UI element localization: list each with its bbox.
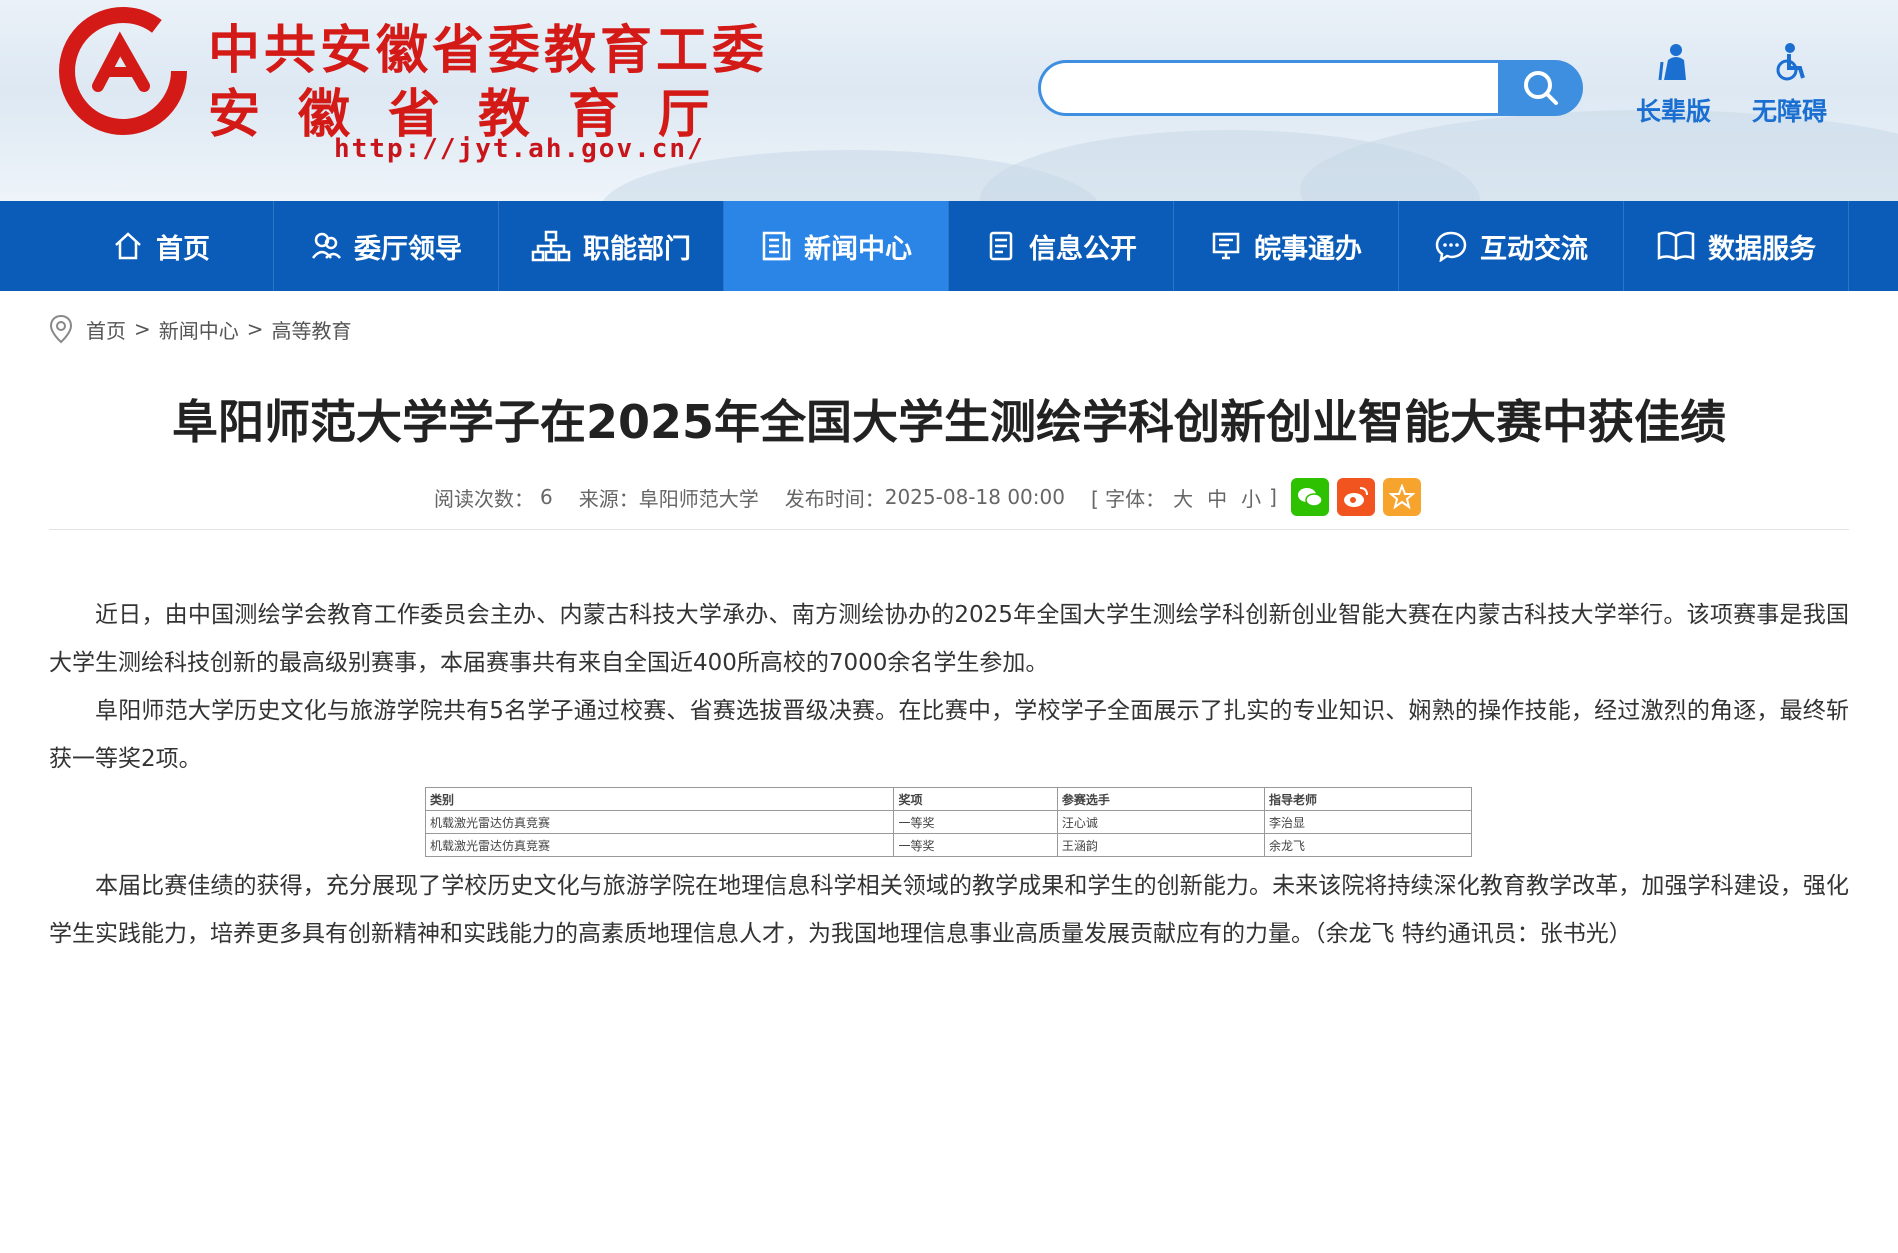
table-cell: 一等奖	[893, 833, 1058, 857]
table-cell: 机载激光雷达仿真竞赛	[424, 833, 895, 857]
logo-url[interactable]: http://jyt.ah.gov.cn/	[334, 134, 705, 164]
home-icon	[115, 232, 141, 260]
breadcrumb: 首页 > 新闻中心 > 高等教育	[48, 314, 360, 344]
divider	[49, 529, 1849, 530]
search-button[interactable]	[1498, 60, 1583, 116]
table-cell: 李治显	[1263, 810, 1473, 834]
site-header: 中共安徽省委教育工委 安徽省教育厅 http://jyt.ah.gov.cn/ …	[0, 0, 1898, 201]
nav-label: 委厅领导	[354, 233, 462, 265]
nav-item-info-disclosure[interactable]: 信息公开	[949, 201, 1174, 291]
weibo-share-button[interactable]	[1336, 478, 1375, 516]
article-paragraph: 本届比赛佳绩的获得，充分展现了学校历史文化与旅游学院在地理信息科学相关领域的教学…	[49, 873, 1849, 947]
nav-item-leaders[interactable]: 委厅领导	[274, 201, 499, 291]
article-title: 阜阳师范大学学子在2025年全国大学生测绘学科创新创业智能大赛中获佳绩	[171, 395, 1727, 449]
elder-icon	[1658, 44, 1686, 81]
font-size-large[interactable]: 大	[1173, 483, 1193, 512]
chat-icon	[1435, 231, 1467, 262]
breadcrumb-separator: >	[134, 317, 151, 341]
nav-item-interaction[interactable]: 互动交流	[1399, 201, 1624, 291]
breadcrumb-separator: >	[246, 317, 264, 341]
awards-table: 类别 奖项 参赛选手 指导老师 机载激光雷达仿真竞赛 一等奖 汪心诚 李治显 机…	[424, 787, 1473, 857]
nav-item-data[interactable]: 数据服务	[1624, 201, 1849, 291]
wechat-icon	[1297, 488, 1323, 507]
location-pin-icon	[49, 314, 73, 344]
nav-item-home[interactable]: 首页	[49, 201, 274, 291]
org-chart-icon	[531, 230, 571, 262]
search-input[interactable]	[1061, 63, 1485, 115]
search-box	[1038, 60, 1498, 116]
breadcrumb-higher-education[interactable]: 高等教育	[272, 315, 352, 344]
table-row: 机载激光雷达仿真竞赛 一等奖 王涵韵 余龙飞	[424, 833, 1473, 857]
table-row: 机载激光雷达仿真竞赛 一等奖 汪心诚 李治显	[424, 810, 1473, 834]
date-label: 发布时间：	[784, 486, 885, 511]
nav-label: 互动交流	[1480, 233, 1588, 265]
news-icon	[762, 231, 791, 261]
elder-mode-label: 长辈版	[1636, 97, 1712, 126]
nav-label: 职能部门	[583, 233, 691, 265]
font-size-label: [ 字体：	[1090, 486, 1166, 511]
table-header: 奖项	[893, 787, 1058, 811]
nav-item-news[interactable]: 新闻中心	[724, 201, 949, 291]
article-paragraph: 阜阳师范大学历史文化与旅游学院共有5名学子通过校赛、省赛选拔晋级决赛。在比赛中，…	[49, 698, 1849, 772]
monitor-icon	[1212, 232, 1240, 260]
search-icon	[1523, 71, 1558, 105]
breadcrumb-news[interactable]: 新闻中心	[159, 315, 239, 344]
nav-label: 数据服务	[1708, 233, 1816, 265]
wheelchair-icon	[1776, 43, 1805, 81]
accessibility-button[interactable]: 无障碍	[1752, 42, 1827, 128]
publish-date: 2025-08-18 00:00	[884, 485, 1065, 509]
breadcrumb-home[interactable]: 首页	[86, 315, 126, 344]
article-paragraph: 近日，由中国测绘学会教育工作委员会主办、内蒙古科技大学承办、南方测绘协办的202…	[49, 602, 1849, 676]
nav-label: 信息公开	[1029, 233, 1137, 265]
article-meta: 阅读次数： 6 来源： 阜阳师范大学 发布时间： 2025-08-18 00:0…	[434, 478, 1421, 516]
main-nav: 首页 委厅领导 职能部门 新闻中心 信息公开 皖事通办 互动交流 数据服务	[0, 201, 1898, 291]
nav-label: 皖事通办	[1254, 233, 1362, 265]
views-count: 6	[540, 485, 553, 509]
star-icon	[1388, 484, 1415, 510]
views-label: 阅读次数：	[434, 486, 534, 511]
font-size-bracket: ]	[1269, 485, 1277, 509]
table-cell: 一等奖	[893, 810, 1058, 834]
accessibility-label: 无障碍	[1752, 97, 1828, 126]
table-header: 参赛选手	[1056, 787, 1265, 811]
source-label: 来源：	[578, 486, 639, 511]
document-icon	[989, 231, 1013, 261]
source-value: 阜阳师范大学	[638, 486, 759, 511]
table-cell: 汪心诚	[1056, 810, 1265, 834]
people-icon	[312, 232, 341, 259]
table-cell: 余龙飞	[1263, 833, 1473, 857]
favorite-button[interactable]	[1382, 478, 1421, 516]
nav-label: 新闻中心	[804, 233, 912, 265]
nav-label: 首页	[156, 233, 210, 265]
logo-icon[interactable]	[58, 6, 188, 136]
font-size-medium[interactable]: 中	[1207, 483, 1227, 512]
table-cell: 机载激光雷达仿真竞赛	[424, 810, 895, 834]
table-header: 指导老师	[1263, 787, 1473, 811]
elder-mode-button[interactable]: 长辈版	[1636, 42, 1711, 128]
nav-item-services[interactable]: 皖事通办	[1174, 201, 1399, 291]
wechat-share-button[interactable]	[1290, 478, 1329, 516]
book-icon	[1657, 231, 1695, 261]
table-header-row: 类别 奖项 参赛选手 指导老师	[424, 787, 1473, 811]
table-cell: 王涵韵	[1056, 833, 1265, 857]
table-header: 类别	[424, 787, 895, 811]
nav-item-departments[interactable]: 职能部门	[499, 201, 724, 291]
font-size-small[interactable]: 小	[1241, 483, 1261, 512]
weibo-icon	[1343, 487, 1368, 507]
